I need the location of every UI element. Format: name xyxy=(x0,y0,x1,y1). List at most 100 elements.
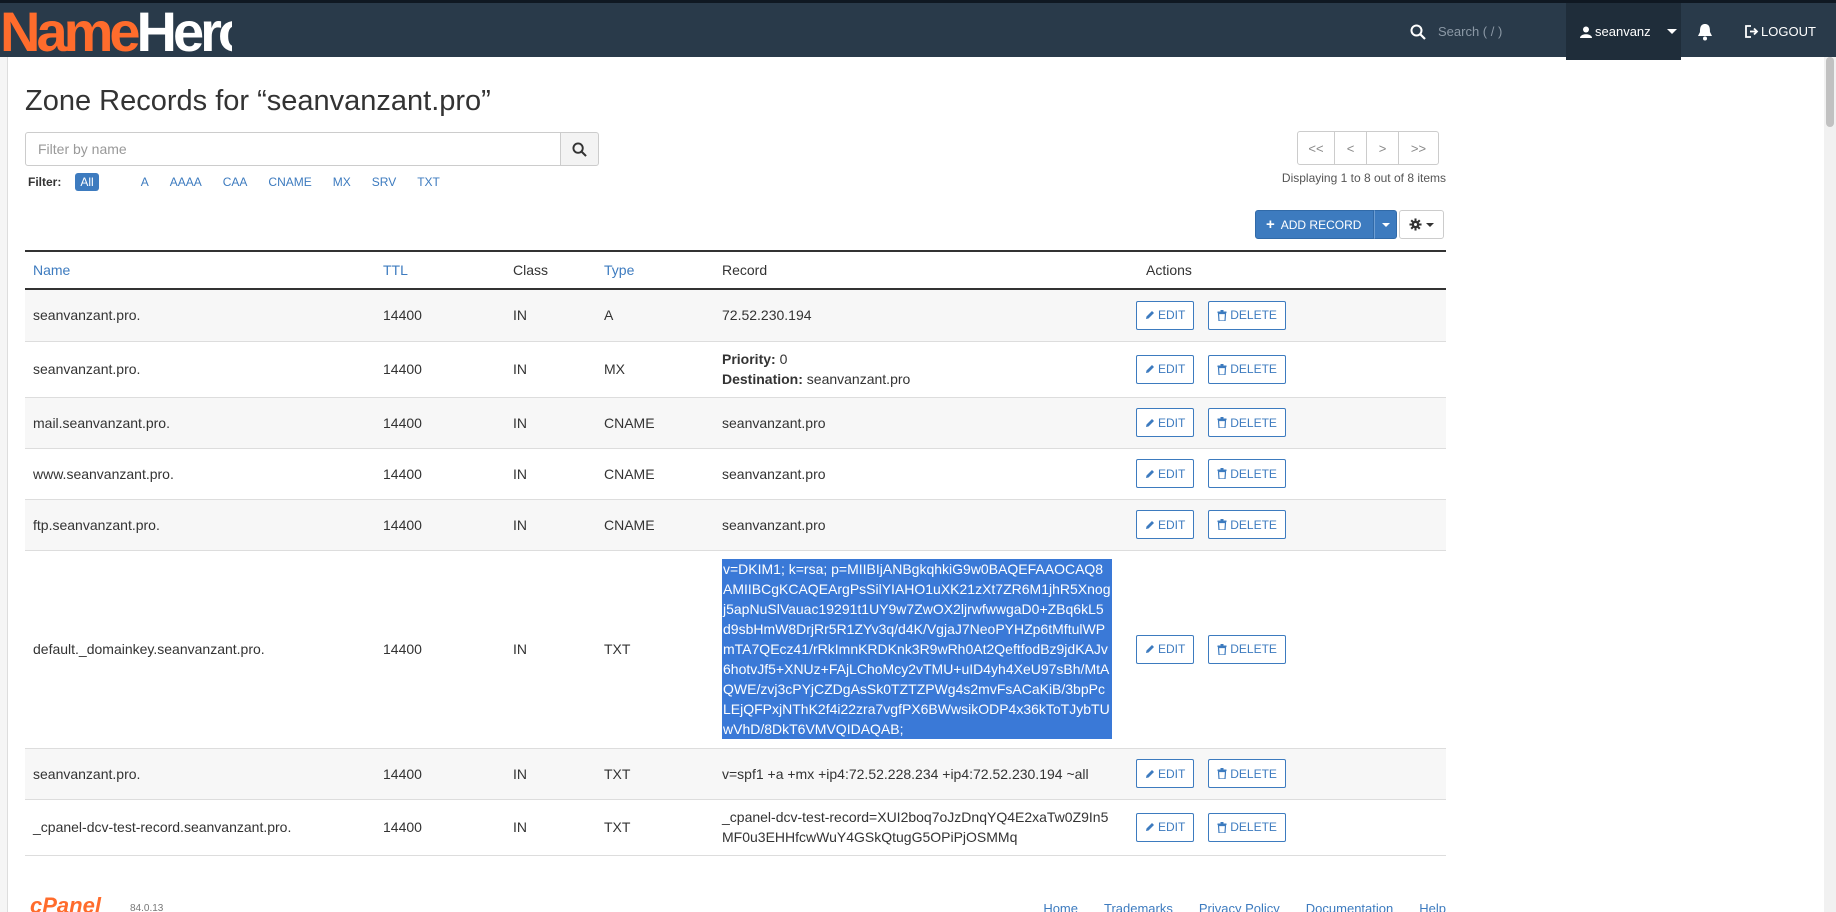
filter-caa[interactable]: CAA xyxy=(223,175,248,189)
namehero-logo[interactable]: NameHero xyxy=(0,7,232,57)
edit-button[interactable]: EDIT xyxy=(1136,354,1195,384)
cpanel-version: 84.0.13 xyxy=(130,903,164,912)
pagination: << < > >> xyxy=(1297,131,1439,165)
selected-record-text[interactable]: v=DKIM1; k=rsa; p=MIIBIjANBgkqhkiG9w0BAQ… xyxy=(722,559,1112,739)
footer-link-trademarks[interactable]: Trademarks xyxy=(1104,901,1173,912)
record-value-text: _cpanel-dcv-test-record=XUI2boq7oJzDnqYQ… xyxy=(722,809,1109,845)
delete-button[interactable]: DELETE xyxy=(1208,812,1286,842)
record-name: ftp.seanvanzant.pro. xyxy=(25,499,375,551)
logout-button[interactable]: LOGOUT xyxy=(1745,3,1816,60)
settings-dropdown-button[interactable] xyxy=(1399,210,1444,239)
record-type: CNAME xyxy=(596,397,714,449)
record-actions: EDIT DELETE xyxy=(1128,289,1446,342)
page-title: Zone Records for “seanvanzant.pro” xyxy=(25,85,491,117)
bell-icon[interactable] xyxy=(1695,23,1715,41)
footer-link-home[interactable]: Home xyxy=(1043,901,1078,912)
chevron-down-icon xyxy=(1426,222,1434,227)
left-sidebar-collapsed[interactable] xyxy=(0,57,8,912)
footer-link-documentation[interactable]: Documentation xyxy=(1306,901,1393,912)
filter-by-name-input[interactable]: Filter by name xyxy=(25,132,561,166)
add-record-label: ADD RECORD xyxy=(1280,217,1362,232)
add-record-dropdown-toggle[interactable] xyxy=(1374,210,1398,239)
record-value: seanvanzant.pro xyxy=(714,448,1128,500)
record-type: CNAME xyxy=(596,448,714,500)
trash-icon xyxy=(1217,643,1227,655)
record-class: IN xyxy=(505,448,596,500)
filter-aaaa[interactable]: AAAA xyxy=(170,175,202,189)
add-record-button[interactable]: + ADD RECORD xyxy=(1255,210,1375,239)
filter-a[interactable]: A xyxy=(141,175,149,189)
column-header-ttl[interactable]: TTL xyxy=(375,250,505,290)
delete-button[interactable]: DELETE xyxy=(1208,759,1286,788)
record-value: seanvanzant.pro xyxy=(714,499,1128,551)
filter-label: Filter: xyxy=(28,175,62,189)
global-search-input[interactable]: Search ( / ) xyxy=(1438,24,1502,39)
first-page-button[interactable]: << xyxy=(1297,131,1335,165)
search-icon xyxy=(572,141,587,157)
chevron-down-icon xyxy=(1666,29,1677,34)
delete-button[interactable]: DELETE xyxy=(1208,300,1286,330)
delete-button[interactable]: DELETE xyxy=(1208,634,1286,664)
delete-label: DELETE xyxy=(1230,517,1277,532)
filter-search-button[interactable] xyxy=(560,132,599,166)
trash-icon xyxy=(1217,821,1227,833)
edit-button[interactable]: EDIT xyxy=(1136,300,1195,330)
edit-button[interactable]: EDIT xyxy=(1136,459,1195,488)
edit-button[interactable]: EDIT xyxy=(1136,408,1195,437)
record-class: IN xyxy=(505,397,596,449)
record-name: seanvanzant.pro. xyxy=(25,289,375,342)
filter-cname[interactable]: CNAME xyxy=(268,175,311,189)
pencil-icon xyxy=(1146,469,1154,478)
pencil-icon xyxy=(1146,311,1154,320)
column-header-name[interactable]: Name xyxy=(25,250,375,290)
delete-button[interactable]: DELETE xyxy=(1208,354,1286,384)
edit-label: EDIT xyxy=(1158,517,1186,532)
record-actions: EDIT DELETE xyxy=(1128,799,1446,856)
edit-button[interactable]: EDIT xyxy=(1136,759,1195,788)
edit-label: EDIT xyxy=(1158,362,1186,376)
cpanel-logo: cPanel xyxy=(30,893,101,912)
table-row: seanvanzant.pro. 14400 IN TXT v=spf1 +a … xyxy=(25,748,1446,800)
user-menu-button[interactable]: seanvanz xyxy=(1566,3,1681,60)
pencil-icon xyxy=(1146,769,1154,778)
items-count-text: Displaying 1 to 8 out of 8 items xyxy=(1281,171,1446,185)
filter-all[interactable]: All xyxy=(75,173,99,191)
record-ttl: 14400 xyxy=(375,448,505,500)
delete-button[interactable]: DELETE xyxy=(1208,459,1286,488)
logout-icon xyxy=(1745,25,1759,38)
record-value: Priority: 0 Destination: seanvanzant.pro xyxy=(714,341,1128,398)
record-actions: EDIT DELETE xyxy=(1128,748,1446,800)
record-value: v=spf1 +a +mx +ip4:72.52.228.234 +ip4:72… xyxy=(714,748,1128,800)
record-type-filter: Filter: All A AAAA CAA CNAME MX SRV TXT xyxy=(28,173,461,191)
table-row: default._domainkey.seanvanzant.pro. 1440… xyxy=(25,550,1446,749)
edit-button[interactable]: EDIT xyxy=(1136,812,1195,842)
record-type: TXT xyxy=(596,799,714,856)
add-record-group: + ADD RECORD xyxy=(1255,210,1398,239)
trash-icon xyxy=(1217,363,1227,375)
page-scrollbar[interactable] xyxy=(1824,57,1836,912)
filter-srv[interactable]: SRV xyxy=(372,175,396,189)
footer-link-help[interactable]: Help xyxy=(1419,901,1446,912)
plus-icon: + xyxy=(1266,216,1275,233)
last-page-button[interactable]: >> xyxy=(1398,131,1439,165)
trash-icon xyxy=(1217,417,1227,428)
scrollbar-thumb[interactable] xyxy=(1826,57,1834,127)
edit-button[interactable]: EDIT xyxy=(1136,634,1195,664)
edit-button[interactable]: EDIT xyxy=(1136,510,1195,539)
global-search[interactable]: Search ( / ) xyxy=(1390,3,1565,60)
prev-page-button[interactable]: < xyxy=(1334,131,1367,165)
filter-txt[interactable]: TXT xyxy=(417,175,440,189)
column-header-type[interactable]: Type xyxy=(596,250,714,290)
filter-mx[interactable]: MX xyxy=(333,175,351,189)
delete-button[interactable]: DELETE xyxy=(1208,408,1286,437)
record-ttl: 14400 xyxy=(375,397,505,449)
delete-button[interactable]: DELETE xyxy=(1208,510,1286,539)
logout-label: LOGOUT xyxy=(1761,24,1816,39)
record-class: IN xyxy=(505,341,596,398)
priority-label: Priority: xyxy=(722,351,776,367)
edit-label: EDIT xyxy=(1158,642,1186,656)
footer-link-privacy-policy[interactable]: Privacy Policy xyxy=(1199,901,1280,912)
edit-label: EDIT xyxy=(1158,820,1186,834)
record-name: default._domainkey.seanvanzant.pro. xyxy=(25,550,375,749)
next-page-button[interactable]: > xyxy=(1366,131,1399,165)
